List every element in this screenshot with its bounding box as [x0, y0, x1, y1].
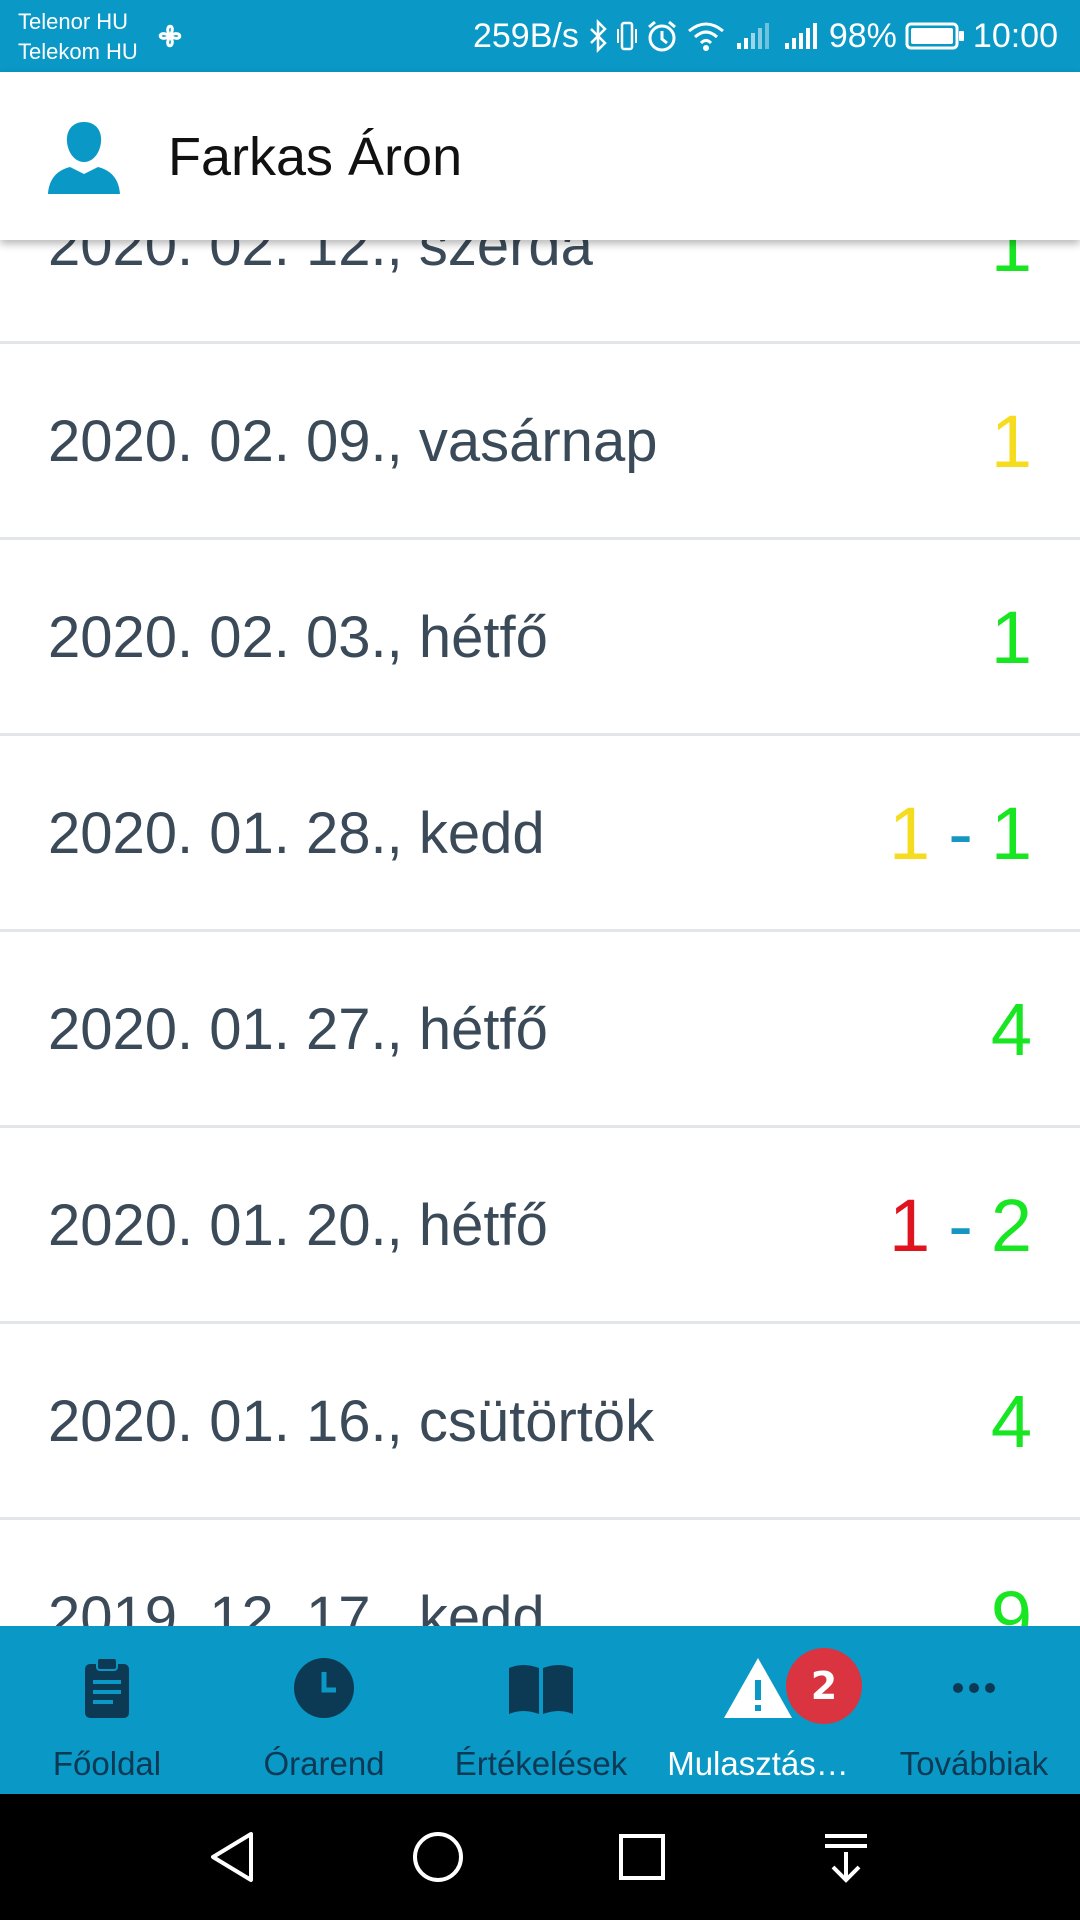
more-icon — [953, 1683, 995, 1693]
battery-icon — [905, 22, 964, 50]
row-counts: 1-1 — [889, 736, 1032, 932]
clipboard-icon — [85, 1657, 129, 1718]
nav-item-tovabbiak[interactable]: Továbbiak — [868, 1626, 1080, 1794]
clock: 10:00 — [972, 16, 1058, 55]
nav-label: Órarend — [263, 1745, 385, 1782]
fan-icon — [158, 24, 182, 48]
count-separator: - — [948, 792, 973, 875]
row-date: 2020. 01. 28., kedd — [48, 801, 545, 866]
clock-icon — [294, 1658, 354, 1718]
recents-icon[interactable] — [607, 1822, 677, 1892]
absence-count: 1 — [889, 1184, 931, 1267]
list-item[interactable]: 2020. 01. 27., hétfő 4 — [0, 932, 1080, 1128]
row-date: 2020. 01. 20., hétfő — [48, 1193, 548, 1258]
alarm-icon — [647, 20, 676, 52]
nav-item-ertekelesek[interactable]: Értékelések — [434, 1626, 648, 1794]
absence-count: 2 — [990, 1184, 1032, 1267]
carrier-info: Telenor HU Telekom HU — [18, 7, 138, 67]
battery-percent: 98% — [828, 16, 897, 55]
user-avatar-icon[interactable] — [46, 118, 122, 194]
list-item[interactable]: 2020. 02. 03., hétfő 1 — [0, 540, 1080, 736]
absence-count: 4 — [990, 988, 1032, 1071]
list-item[interactable]: 2020. 01. 16., csütörtök 4 — [0, 1324, 1080, 1520]
absence-count: 4 — [990, 1380, 1032, 1463]
wifi-icon — [687, 22, 724, 51]
back-icon[interactable] — [199, 1822, 269, 1892]
book-icon — [509, 1665, 573, 1714]
absence-count: 1 — [990, 792, 1032, 875]
carrier-2: Telekom HU — [18, 39, 138, 64]
notification-pull-icon[interactable] — [811, 1822, 881, 1892]
bottom-navigation: Főoldal Órarend Értékelések 2 Mulasztás…… — [0, 1626, 1080, 1794]
signal-icon — [736, 23, 769, 49]
list-item[interactable]: 2020. 01. 20., hétfő 1-2 — [0, 1128, 1080, 1324]
net-speed: 259B/s — [472, 16, 579, 55]
row-counts: 4 — [991, 932, 1032, 1128]
row-counts: 1 — [991, 540, 1032, 736]
nav-item-mulasztasok[interactable]: 2 Mulasztás… — [648, 1626, 868, 1794]
row-date: 2019. 12. 17., kedd — [48, 1585, 545, 1626]
row-date: 2020. 01. 16., csütörtök — [48, 1389, 655, 1454]
system-navigation — [0, 1794, 1080, 1920]
nav-item-fooldal[interactable]: Főoldal — [0, 1626, 214, 1794]
row-counts: 4 — [991, 1324, 1032, 1520]
nav-label: Értékelések — [454, 1745, 628, 1782]
absence-list[interactable]: 2020. 02. 12., szerda 1 2020. 02. 09., v… — [0, 152, 1080, 1626]
nav-label: Főoldal — [52, 1745, 162, 1782]
row-date: 2020. 01. 27., hétfő — [48, 997, 548, 1062]
signal-icon — [784, 23, 817, 49]
status-right: 259B/s 98% 10:00 — [473, 0, 1058, 72]
carrier-1: Telenor HU — [18, 9, 129, 34]
list-item[interactable]: 2020. 02. 09., vasárnap 1 — [0, 344, 1080, 540]
warning-icon — [724, 1658, 792, 1718]
app-header: Farkas Áron — [0, 72, 1080, 240]
status-bar: Telenor HU Telekom HU 259B/s 98% 10:00 — [0, 0, 1080, 72]
list-item[interactable]: 2019. 12. 17., kedd 9 — [0, 1520, 1080, 1626]
row-counts: 9 — [991, 1520, 1032, 1626]
absence-count: 1 — [990, 400, 1032, 483]
nav-item-orarend[interactable]: Órarend — [214, 1626, 434, 1794]
absence-count: 1 — [990, 596, 1032, 679]
home-icon[interactable] — [403, 1822, 473, 1892]
row-counts: 1 — [991, 344, 1032, 540]
nav-label: Továbbiak — [899, 1745, 1049, 1782]
page-title: Farkas Áron — [168, 127, 463, 187]
absence-count: 1 — [889, 792, 931, 875]
notification-badge: 2 — [786, 1648, 862, 1724]
nav-label: Mulasztás… — [667, 1745, 849, 1782]
row-counts: 1-2 — [889, 1128, 1032, 1324]
absence-count: 9 — [990, 1576, 1032, 1626]
vibrate-icon — [616, 21, 637, 51]
list-item[interactable]: 2020. 01. 28., kedd 1-1 — [0, 736, 1080, 932]
bluetooth-icon — [589, 19, 607, 53]
row-date: 2020. 02. 09., vasárnap — [48, 409, 658, 474]
row-date: 2020. 02. 03., hétfő — [48, 605, 548, 670]
count-separator: - — [948, 1184, 973, 1267]
